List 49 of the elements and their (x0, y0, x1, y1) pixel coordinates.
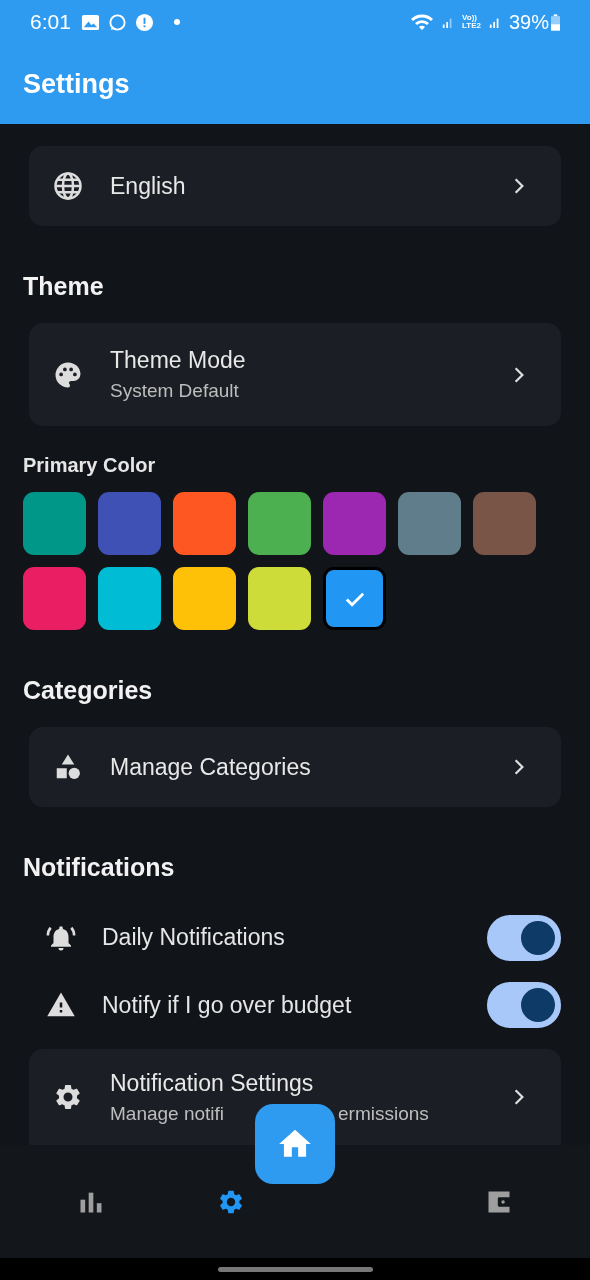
color-swatch[interactable] (23, 567, 86, 630)
notification-settings-subtitle: Manage notifi (110, 1102, 226, 1125)
chevron-icon (513, 177, 525, 195)
network-label: Vo)) (462, 14, 477, 22)
chevron-icon (513, 1088, 525, 1106)
color-swatch[interactable] (248, 567, 311, 630)
language-value: English (110, 172, 187, 200)
chevron-icon (513, 365, 525, 384)
notification-settings-card[interactable]: Notification Settings Manage notifi ermissions (29, 1049, 561, 1145)
color-swatch[interactable] (248, 492, 311, 555)
network-label: LTE2 (462, 22, 481, 30)
gear-icon (53, 1082, 83, 1112)
notification-settings-title: Notification Settings (110, 1069, 315, 1097)
status-time: 6:01 (30, 10, 71, 34)
toggle-label: Daily Notifications (102, 924, 286, 952)
section-header: Notifications (23, 853, 175, 881)
color-swatch[interactable] (173, 567, 236, 630)
toggle-switch[interactable] (487, 982, 561, 1029)
globe-icon (53, 171, 83, 201)
wifi-icon (410, 12, 434, 32)
color-swatch[interactable] (98, 567, 161, 630)
color-swatch[interactable] (473, 492, 536, 555)
battery-icon (551, 13, 560, 31)
home-button[interactable] (255, 1104, 335, 1184)
color-swatch[interactable] (398, 492, 461, 555)
dot-icon (173, 19, 180, 25)
chevron-icon (513, 758, 525, 776)
theme-mode-value: System Default (110, 380, 240, 402)
section-header: Theme (23, 272, 104, 300)
color-swatch[interactable] (23, 492, 86, 555)
toggle-label: Notify if I go over budget (102, 991, 353, 1019)
chat-icon (107, 12, 127, 32)
toggle-switch[interactable] (487, 914, 561, 961)
alert-icon (134, 12, 154, 32)
color-swatch[interactable] (323, 492, 386, 555)
language-card[interactable]: English (29, 146, 561, 226)
theme-mode-title: Theme Mode (110, 347, 247, 374)
color-swatch[interactable] (173, 492, 236, 555)
manage-categories-card[interactable]: Manage Categories (29, 727, 561, 807)
section-header: Categories (23, 676, 153, 704)
primary-color-label: Primary Color (23, 454, 156, 476)
color-swatch[interactable] (323, 567, 386, 630)
manage-categories-title: Manage Categories (110, 753, 312, 781)
battery-level: 39% (508, 10, 549, 34)
notification-settings-subtitle: ermissions (338, 1102, 429, 1125)
gallery-icon (80, 12, 100, 32)
color-swatch[interactable] (98, 492, 161, 555)
app-title: Settings (23, 68, 130, 100)
theme-mode-card[interactable]: Theme Mode System Default (29, 323, 561, 426)
